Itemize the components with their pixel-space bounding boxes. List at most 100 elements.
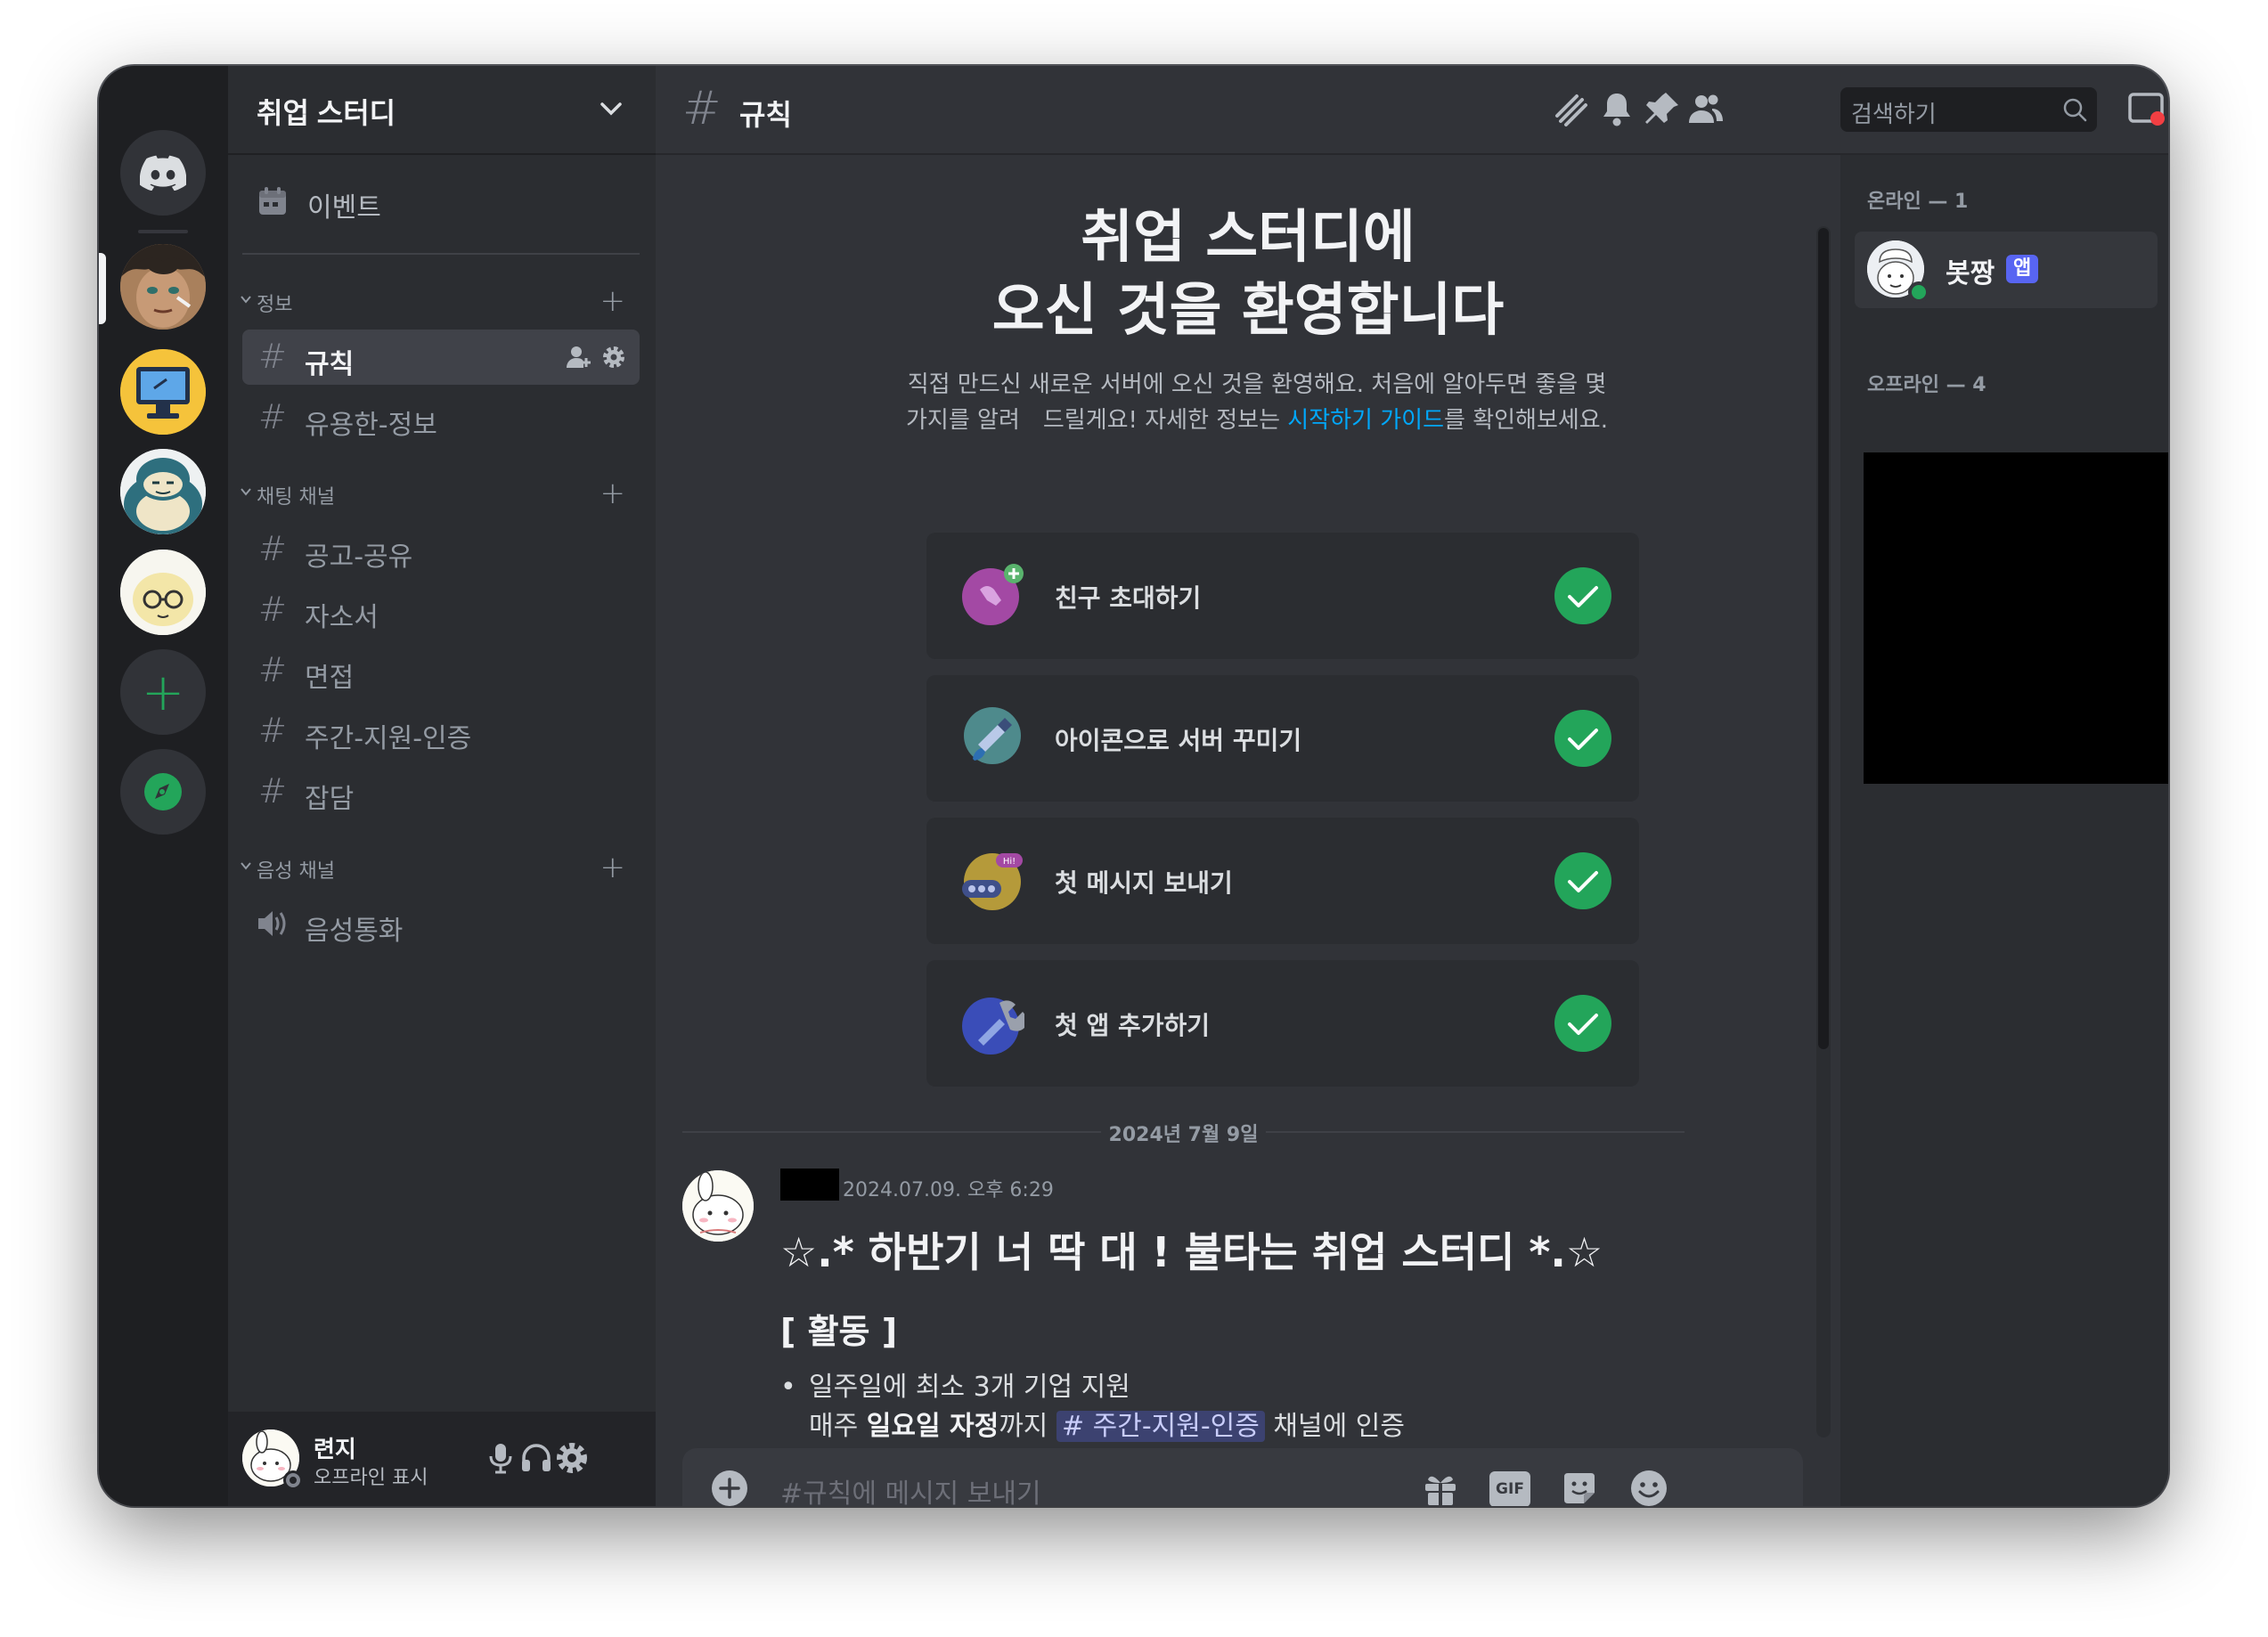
microphone-icon[interactable] (483, 1440, 518, 1476)
member-item[interactable]: 봇짱 앱 (1855, 232, 2158, 308)
server-icon-study[interactable] (120, 244, 206, 330)
headphones-icon[interactable] (518, 1440, 554, 1476)
app-badge: 앱 (2006, 255, 2039, 283)
welcome-desc-line2: 가지를 알려 드릴게요! 자세한 정보는 시작하기 가이드를 확인해보세요. (812, 403, 1702, 438)
date-divider: 2024년 7월 9일 (682, 1119, 1685, 1146)
hash-icon: # (258, 771, 287, 810)
bullet-marker: • (780, 1372, 796, 1403)
chevron-down-icon (241, 488, 251, 496)
channel-rules[interactable]: # 규칙 (242, 330, 640, 385)
gift-icon[interactable] (1420, 1468, 1461, 1506)
gear-icon[interactable] (554, 1440, 590, 1476)
gif-button[interactable]: GIF (1489, 1471, 1530, 1506)
channel-mention-link[interactable]: # 주간-지원-인증 (1056, 1411, 1265, 1442)
status-offline-icon (283, 1470, 303, 1490)
explore-servers-button[interactable] (120, 749, 206, 835)
sticker-icon[interactable] (1559, 1468, 1600, 1506)
check-circle-icon (1554, 852, 1611, 909)
channel-header: # 규칙 검색하기 (656, 66, 2168, 155)
add-attachment-icon[interactable] (711, 1470, 748, 1506)
hash-icon: # (258, 337, 287, 376)
welcome-desc-line1: 직접 만드신 새로운 서버에 오신 것을 환영해요. 처음에 알아두면 좋을 몇 (907, 371, 1607, 398)
chevron-down-icon (600, 102, 622, 116)
discord-logo-icon (140, 155, 186, 191)
welcome-title-line1: 취업 스터디에 (1081, 205, 1415, 271)
card-label: 친구 초대하기 (1055, 583, 1202, 613)
hash-icon: # (258, 397, 287, 436)
bunny-avatar-icon (682, 1170, 754, 1242)
channel-label: 면접 (305, 663, 355, 694)
direct-messages-button[interactable] (120, 130, 206, 216)
category-label: 채팅 채널 (257, 486, 335, 509)
send-first-message-card[interactable]: Hi! 첫 메시지 보내기 (926, 818, 1639, 944)
invite-friends-card[interactable]: 친구 초대하기 (926, 533, 1639, 659)
channel-title: 규칙 (739, 98, 792, 132)
member-name: 봇짱 (1946, 258, 1995, 289)
pin-icon[interactable] (1641, 89, 1682, 130)
search-icon (2063, 98, 2087, 122)
hash-icon: # (682, 82, 722, 135)
server-icon-character[interactable] (120, 550, 206, 635)
check-circle-icon (1554, 710, 1611, 767)
category-voice-channels[interactable]: 음성 채널 + (235, 850, 645, 885)
scrollbar-thumb[interactable] (1818, 228, 1829, 1049)
server-name: 취업 스터디 (257, 97, 396, 129)
add-server-button[interactable]: + (120, 649, 206, 735)
channel-weekly-verify[interactable]: # 주간-지원-인증 (242, 704, 640, 759)
channel-voice-call[interactable]: 음성통화 (242, 896, 640, 951)
bell-icon[interactable] (1596, 89, 1637, 130)
speaker-icon (258, 911, 286, 936)
gear-icon[interactable] (600, 344, 627, 371)
create-channel-button[interactable]: + (600, 285, 626, 317)
server-icon-snorlax[interactable] (120, 449, 206, 534)
server-rail: + (99, 66, 228, 1506)
snorlax-avatar-icon (120, 449, 206, 534)
channel-cover-letter[interactable]: # 자소서 (242, 582, 640, 638)
category-text-channels[interactable]: 채팅 채널 + (235, 476, 645, 511)
create-channel-button[interactable]: + (600, 477, 626, 509)
members-icon[interactable] (1685, 89, 1726, 130)
message-heading: ☆.* 하반기 너 딱 대 ! 불타는 취업 스터디 *.☆ (780, 1228, 1603, 1276)
channel-label: 자소서 (305, 602, 379, 633)
emoji-icon[interactable] (1628, 1468, 1669, 1506)
chat-area: 취업 스터디에 오신 것을 환영합니다 직접 만드신 새로운 서버에 오신 것을… (656, 155, 1840, 1506)
invite-friends-icon (962, 564, 1024, 625)
add-member-icon[interactable] (565, 344, 591, 371)
channel-label: 유용한-정보 (305, 410, 437, 441)
search-input[interactable]: 검색하기 (1840, 87, 2097, 132)
user-panel: 련지 오프라인 표시 (228, 1412, 656, 1506)
message-subheading: [ 활동 ] (780, 1312, 898, 1351)
calendar-icon (259, 187, 286, 215)
inbox-icon[interactable] (2126, 89, 2167, 130)
message-author-avatar[interactable] (682, 1170, 754, 1242)
channel-chitchat[interactable]: # 잡담 (242, 764, 640, 819)
compass-icon (144, 773, 182, 810)
channel-label: 잡담 (305, 784, 355, 815)
add-first-app-card[interactable]: 첫 앱 추가하기 (926, 960, 1639, 1087)
channel-label: 음성통화 (305, 916, 404, 947)
channel-label: 규칙 (305, 349, 355, 380)
glasses-character-avatar-icon (120, 550, 206, 635)
category-info[interactable]: 정보 + (235, 283, 645, 319)
server-header[interactable]: 취업 스터디 (228, 66, 656, 155)
customize-server-icon-card[interactable]: 아이콘으로 서버 꾸미기 (926, 675, 1639, 802)
bullet-text: 일주일에 최소 3개 기업 지원 (809, 1372, 1130, 1403)
channel-actions (565, 344, 627, 371)
events-label: 이벤트 (307, 192, 381, 224)
bullet-text: 매주 (809, 1411, 867, 1442)
channel-interview[interactable]: # 면접 (242, 643, 640, 698)
member-list: 온라인 — 1 봇짱 앱 오프라인 — 4 (1840, 155, 2168, 1506)
channel-useful-info[interactable]: # 유용한-정보 (242, 390, 640, 445)
message-author-name-redacted (780, 1169, 839, 1201)
bullet-bold-text: 일요일 자정 (866, 1411, 999, 1442)
chevron-down-icon (241, 296, 251, 304)
server-icon-computer[interactable] (120, 349, 206, 435)
message-composer[interactable]: #규칙에 메시지 보내기 GIF (682, 1448, 1803, 1506)
events-item[interactable]: 이벤트 (242, 175, 634, 228)
getting-started-guide-link[interactable]: 시작하기 가이드 (1287, 407, 1444, 434)
create-channel-button[interactable]: + (600, 851, 626, 884)
date-divider-text: 2024년 7월 9일 (1108, 1124, 1259, 1146)
svg-text:Hi!: Hi! (1003, 857, 1016, 867)
channel-job-postings[interactable]: # 공고-공유 (242, 522, 640, 577)
threads-icon[interactable] (1552, 89, 1593, 130)
